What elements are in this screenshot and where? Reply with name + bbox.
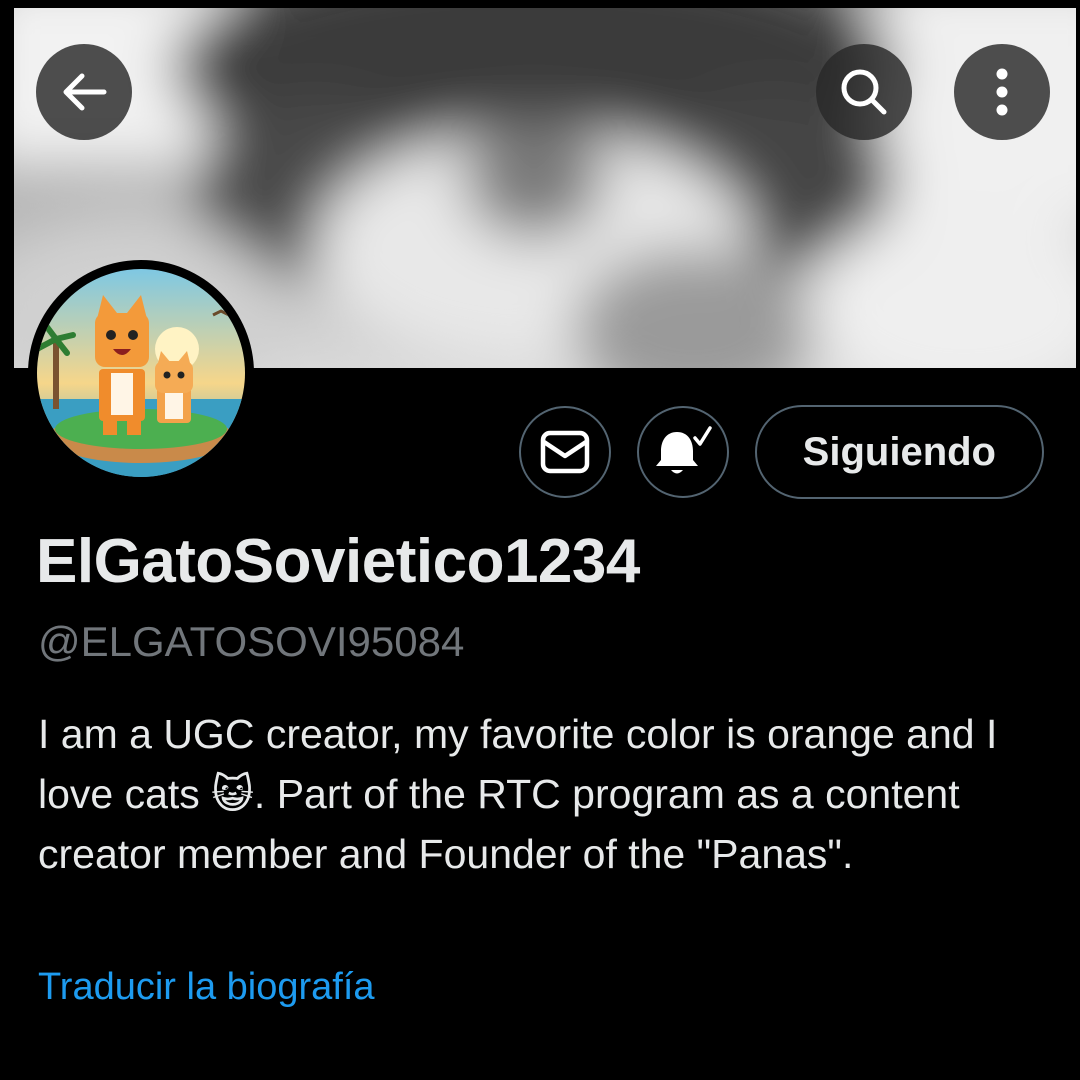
translate-bio-link[interactable]: Traducir la biografía xyxy=(38,966,375,1009)
avatar-image xyxy=(37,269,245,477)
back-button[interactable] xyxy=(36,44,132,140)
profile-handle: @ELGATOSOVI95084 xyxy=(38,618,465,665)
notifications-button[interactable] xyxy=(636,406,729,498)
message-button[interactable] xyxy=(518,406,611,498)
profile-bio: I am a UGC creator, my favorite color is… xyxy=(38,711,998,877)
search-button[interactable] xyxy=(816,44,912,140)
envelope-icon xyxy=(540,430,589,474)
bell-check-icon xyxy=(655,426,712,474)
following-button[interactable]: Siguiendo xyxy=(754,405,1044,499)
more-vertical-icon xyxy=(996,68,1008,116)
profile-actions: Siguiendo xyxy=(518,404,1044,500)
search-icon xyxy=(841,69,887,115)
more-options-button[interactable] xyxy=(954,44,1050,140)
profile-avatar[interactable] xyxy=(28,260,254,486)
arrow-left-icon xyxy=(63,73,107,111)
profile-display-name: ElGatoSovietico1234 xyxy=(36,527,640,596)
